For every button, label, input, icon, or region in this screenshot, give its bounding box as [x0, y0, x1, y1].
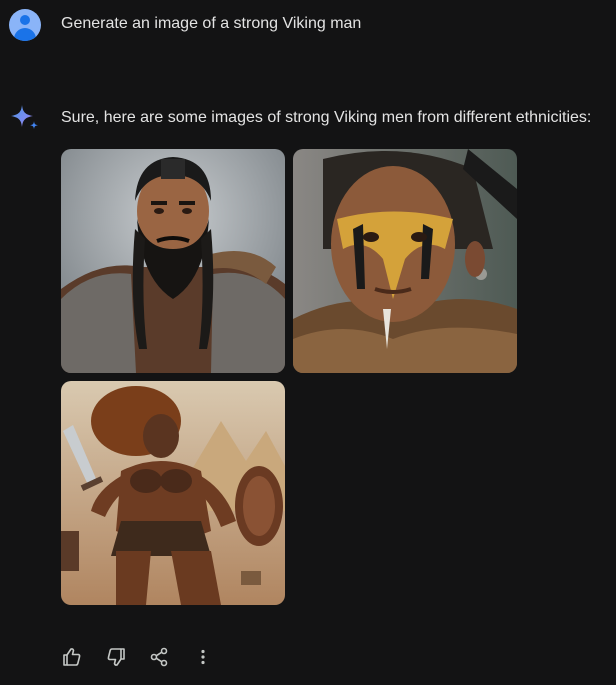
- thumbs-up-icon[interactable]: [61, 646, 83, 668]
- user-avatar-icon[interactable]: [9, 9, 41, 41]
- chat-view: Generate an image of a strong Viking man…: [0, 0, 616, 685]
- assistant-message: Sure, here are some images of strong Vik…: [61, 109, 592, 126]
- viking-image-3[interactable]: [61, 381, 285, 605]
- viking-image-1[interactable]: [61, 149, 285, 373]
- thumbs-down-icon[interactable]: [105, 646, 127, 668]
- share-icon[interactable]: [148, 646, 170, 668]
- more-vert-icon[interactable]: [192, 646, 214, 668]
- gemini-sparkle-icon: [11, 105, 38, 130]
- avatar-body: [14, 28, 36, 41]
- avatar-head: [20, 15, 30, 25]
- user-prompt: Generate an image of a strong Viking man: [61, 15, 362, 32]
- viking-image-2[interactable]: [293, 149, 517, 373]
